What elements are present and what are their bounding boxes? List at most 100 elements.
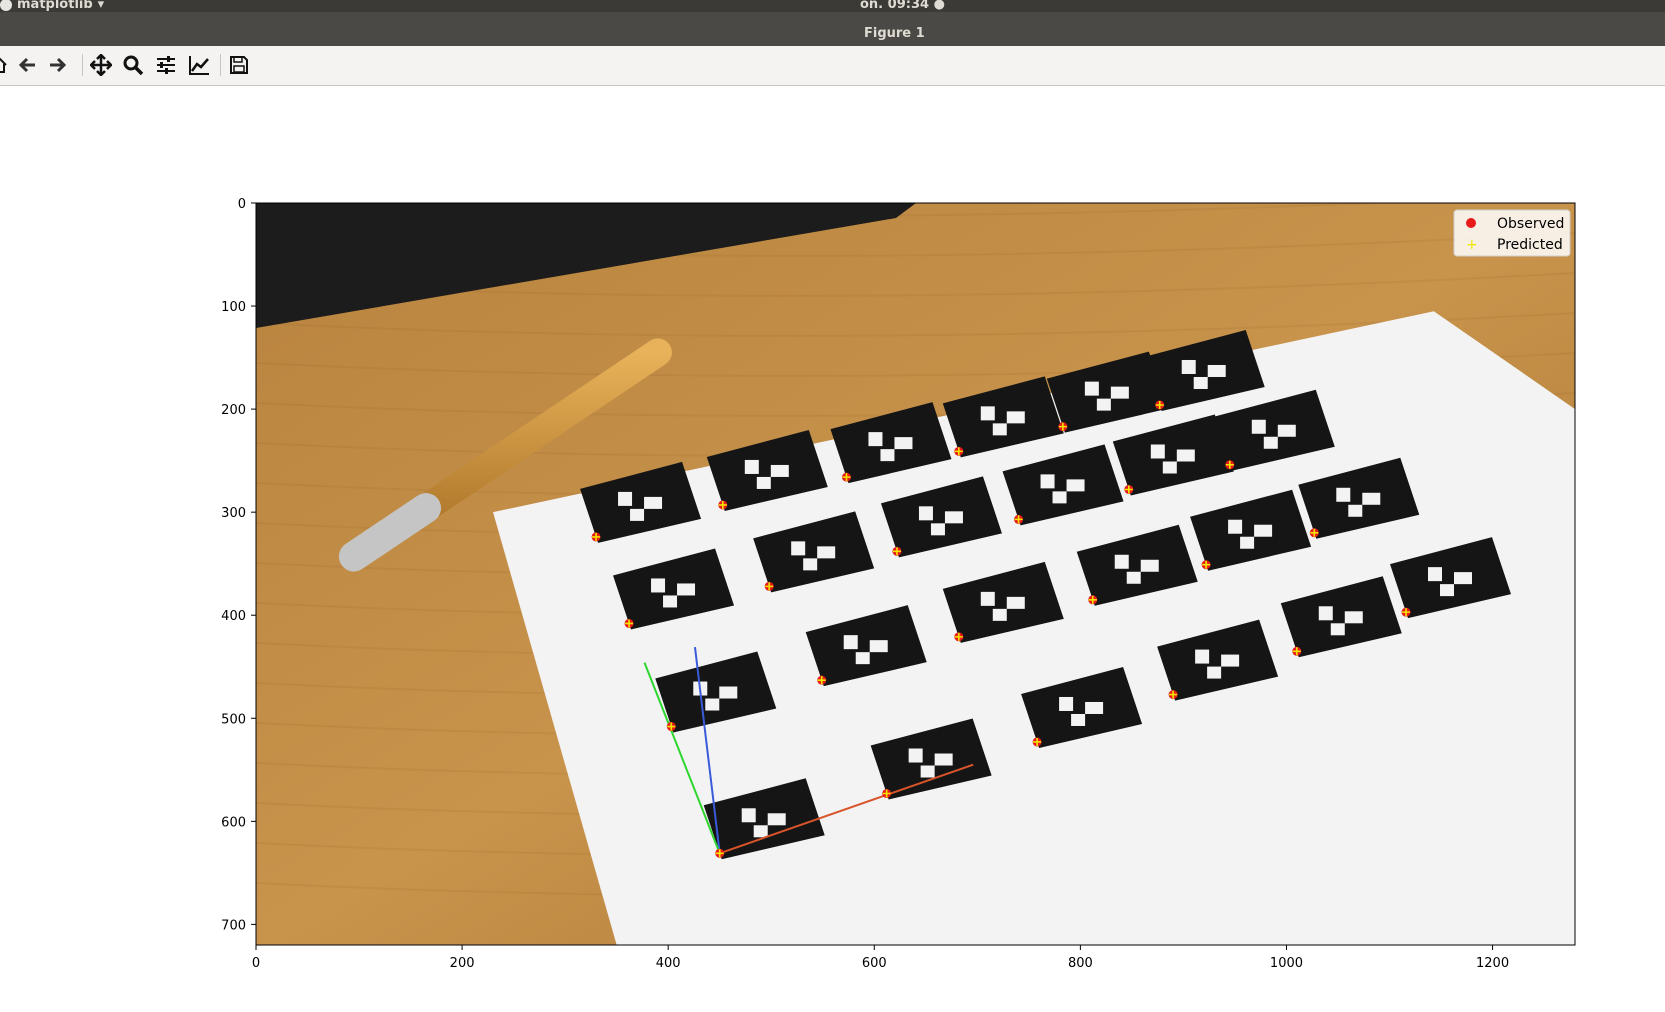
- save-icon: [230, 56, 248, 74]
- aruco-cell: [1110, 386, 1129, 399]
- aruco-cell: [1440, 584, 1455, 597]
- aruco-cell: [920, 765, 935, 778]
- aruco-cell: [1084, 381, 1099, 396]
- aruco-cell: [869, 640, 888, 653]
- plot-svg[interactable]: 0 200 400 600 800 1000 1200 0 100 200 300 400 500 600…: [0, 86, 1665, 1012]
- aruco-cell: [944, 511, 963, 524]
- aruco-cell: [894, 437, 913, 450]
- aruco-cell: [1228, 519, 1243, 534]
- status-dot-icon: ●: [933, 0, 945, 12]
- aruco-cell: [1096, 398, 1111, 411]
- aruco-cell: [980, 591, 995, 606]
- aruco-cell: [651, 578, 666, 593]
- aruco-cell: [918, 506, 933, 521]
- aruco-cell: [744, 459, 759, 474]
- back-arrow-icon: [18, 57, 35, 73]
- aruco-cell: [1176, 449, 1195, 462]
- aruco-cell: [1085, 701, 1104, 714]
- legend-observed-label: Observed: [1497, 216, 1564, 232]
- aruco-cell: [1150, 444, 1165, 459]
- aruco-cell: [1318, 606, 1333, 621]
- save-button[interactable]: [228, 54, 250, 76]
- aruco-cell: [663, 595, 678, 608]
- x-tick-label: 800: [1068, 956, 1093, 971]
- aruco-cell: [908, 748, 923, 763]
- aruco-cell: [1240, 536, 1255, 549]
- aruco-cell: [791, 541, 806, 556]
- forward-button[interactable]: [46, 54, 68, 76]
- aruco-cell: [1162, 461, 1177, 474]
- aruco-cell: [992, 608, 1007, 621]
- y-tick-label: 400: [221, 609, 246, 624]
- zoom-icon: [123, 55, 144, 76]
- aruco-cell: [1221, 654, 1240, 667]
- aruco-cell: [1066, 479, 1085, 492]
- aruco-cell: [719, 686, 738, 699]
- aruco-cell: [705, 698, 720, 711]
- aruco-cell: [770, 464, 789, 477]
- aruco-cell: [1006, 411, 1025, 424]
- aruco-cell: [644, 496, 663, 509]
- aruco-cell: [1140, 559, 1159, 572]
- aruco-cell: [1277, 424, 1296, 437]
- aruco-cell: [803, 558, 818, 571]
- aruco-cell: [1040, 474, 1055, 489]
- figure-canvas[interactable]: 0 200 400 600 800 1000 1200 0 100 200 300 400 500 600…: [0, 86, 1665, 1012]
- aruco-cell: [934, 753, 953, 766]
- toolbar-separator: [82, 54, 83, 76]
- home-button[interactable]: [0, 54, 10, 76]
- aruco-cell: [1193, 376, 1208, 389]
- aruco-cell: [980, 406, 995, 421]
- pan-button[interactable]: [90, 54, 112, 76]
- window-titlebar: Figure 1: [0, 12, 1665, 46]
- aruco-cell: [843, 635, 858, 650]
- aruco-cell: [1052, 491, 1067, 504]
- x-tick-label: 1000: [1270, 956, 1303, 971]
- aruco-cell: [1428, 567, 1443, 582]
- aruco-cell: [1181, 359, 1196, 374]
- x-tick-label: 400: [656, 956, 681, 971]
- toolbar-separator: [220, 54, 221, 76]
- aruco-cell: [618, 491, 633, 506]
- system-top-bar: matplotlib ▾ on. 09:34 ●: [0, 0, 1665, 12]
- aruco-cell: [753, 825, 768, 838]
- y-tick-label: 600: [221, 815, 246, 830]
- x-tick-label: 200: [450, 956, 475, 971]
- figure-toolbar: [0, 46, 1665, 86]
- aruco-cell: [1071, 713, 1086, 726]
- system-clock[interactable]: on. 09:34 ●: [860, 0, 945, 12]
- aruco-cell: [880, 449, 895, 462]
- app-logo-icon: [0, 0, 12, 11]
- aruco-cell: [1059, 696, 1074, 711]
- aruco-cell: [1251, 419, 1266, 434]
- back-button[interactable]: [17, 54, 39, 76]
- legend: Observed + Predicted: [1453, 209, 1571, 257]
- y-tick-label: 300: [221, 506, 246, 521]
- edit-axis-button[interactable]: [188, 54, 210, 76]
- configure-subplots-button[interactable]: [155, 54, 177, 76]
- aruco-cell: [992, 423, 1007, 436]
- pan-icon: [90, 54, 112, 76]
- aruco-cell: [630, 508, 645, 521]
- app-menu[interactable]: matplotlib ▾: [0, 0, 104, 12]
- aruco-cell: [1207, 364, 1226, 377]
- aruco-cell: [1344, 611, 1363, 624]
- aruco-cell: [855, 652, 870, 665]
- aruco-cell: [1454, 572, 1473, 585]
- y-tick-label: 700: [221, 918, 246, 933]
- zoom-button[interactable]: [122, 54, 144, 76]
- chevron-down-icon: ▾: [97, 0, 105, 12]
- subplots-configure-icon: [157, 56, 175, 74]
- aruco-cell: [1362, 492, 1381, 505]
- x-tick-label: 600: [862, 956, 887, 971]
- aruco-cell: [1207, 666, 1222, 679]
- aruco-cell: [677, 583, 696, 596]
- legend-observed-marker: [1466, 218, 1476, 228]
- aruco-cell: [1126, 571, 1141, 584]
- photo-background: [256, 203, 1575, 945]
- aruco-cell: [756, 476, 771, 489]
- y-tick-label: 200: [221, 403, 246, 418]
- aruco-cell: [1348, 504, 1363, 517]
- clock-text: on. 09:34: [860, 0, 930, 12]
- legend-predicted-marker: +: [1466, 237, 1478, 253]
